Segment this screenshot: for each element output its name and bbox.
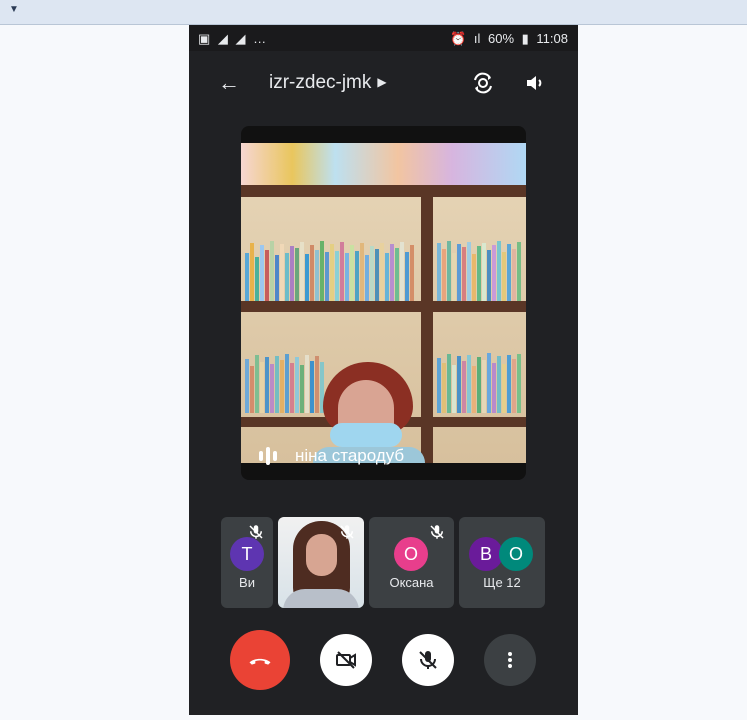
status-time: 11:08	[536, 31, 568, 46]
speaker-icon[interactable]	[519, 67, 551, 99]
avatar-initial: О	[508, 543, 523, 564]
avatar: В	[469, 537, 503, 571]
participant-tiles: Т Ви О Оксана В О Ще 12	[221, 517, 546, 608]
avatar-initial: В	[479, 543, 492, 564]
avatar-initial: Т	[241, 543, 253, 564]
signal-icon: ıl	[473, 31, 481, 46]
back-arrow-icon[interactable]: ←	[213, 65, 245, 101]
chevron-right-icon: ▶	[377, 75, 387, 89]
camera-toggle-button[interactable]	[320, 634, 372, 686]
participant-label: Ви	[239, 575, 255, 590]
bookshelf-board	[241, 301, 526, 312]
participant-tile-you[interactable]: Т Ви	[221, 517, 273, 608]
toy-shelf	[241, 143, 526, 185]
participant-tile-video[interactable]	[278, 517, 364, 608]
books-row	[437, 239, 521, 301]
alarm-icon: ⏰	[450, 31, 467, 46]
status-right: ⏰ ıl 60% ▮ 11:08	[446, 31, 568, 47]
meeting-code[interactable]: izr-zdec-jmk ▶	[269, 72, 387, 94]
avatar-initial: О	[403, 543, 418, 564]
books-row	[245, 239, 414, 301]
video-background	[241, 143, 526, 463]
more-vertical-icon	[508, 652, 512, 668]
avatar: О	[394, 537, 428, 571]
speaker-name: ніна стародуб	[295, 446, 405, 465]
avatar: Т	[230, 537, 264, 571]
meeting-code-text: izr-zdec-jmk	[269, 72, 372, 93]
call-controls	[189, 630, 578, 690]
more-options-button[interactable]	[484, 634, 536, 686]
speaker-icon-svg	[527, 76, 542, 90]
speaker-name-chip: ніна стародуб	[259, 441, 404, 471]
phone-hangup-icon	[249, 658, 271, 665]
mic-off-icon	[428, 523, 446, 541]
participant-label: Оксана	[389, 575, 434, 590]
browser-toolbar: ▼	[0, 0, 747, 25]
books-row	[437, 351, 521, 413]
participant-label: Ще 12	[483, 575, 521, 590]
switch-camera-icon[interactable]	[467, 67, 499, 99]
battery-percent: 60%	[487, 31, 515, 46]
mic-off-icon	[338, 523, 356, 541]
participant-face	[306, 534, 337, 576]
hang-up-button[interactable]	[230, 630, 290, 690]
camera-off-icon	[336, 651, 356, 669]
bookshelf-board	[241, 185, 526, 197]
battery-icon: ▮	[521, 31, 529, 46]
caret-down-icon[interactable]: ▼	[9, 4, 19, 15]
participant-tile-more[interactable]: В О Ще 12	[459, 517, 545, 608]
status-notification-icons: ▣ ◢ ◢ …	[198, 31, 269, 46]
voice-activity-icon	[259, 447, 277, 465]
main-video[interactable]: ніна стародуб	[241, 126, 526, 480]
participant-clothing	[283, 589, 359, 608]
phone-screen: ▣ ◢ ◢ … ⏰ ıl 60% ▮ 11:08 ← izr-zdec-jmk ▶	[189, 25, 578, 715]
switch-camera-icon-svg	[474, 72, 492, 94]
avatar: О	[499, 537, 533, 571]
mic-off-icon	[419, 651, 437, 669]
call-top-bar: ← izr-zdec-jmk ▶	[189, 65, 578, 101]
status-bar: ▣ ◢ ◢ … ⏰ ıl 60% ▮ 11:08	[189, 25, 578, 51]
microphone-toggle-button[interactable]	[402, 634, 454, 686]
participant-tile-oksana[interactable]: О Оксана	[369, 517, 454, 608]
